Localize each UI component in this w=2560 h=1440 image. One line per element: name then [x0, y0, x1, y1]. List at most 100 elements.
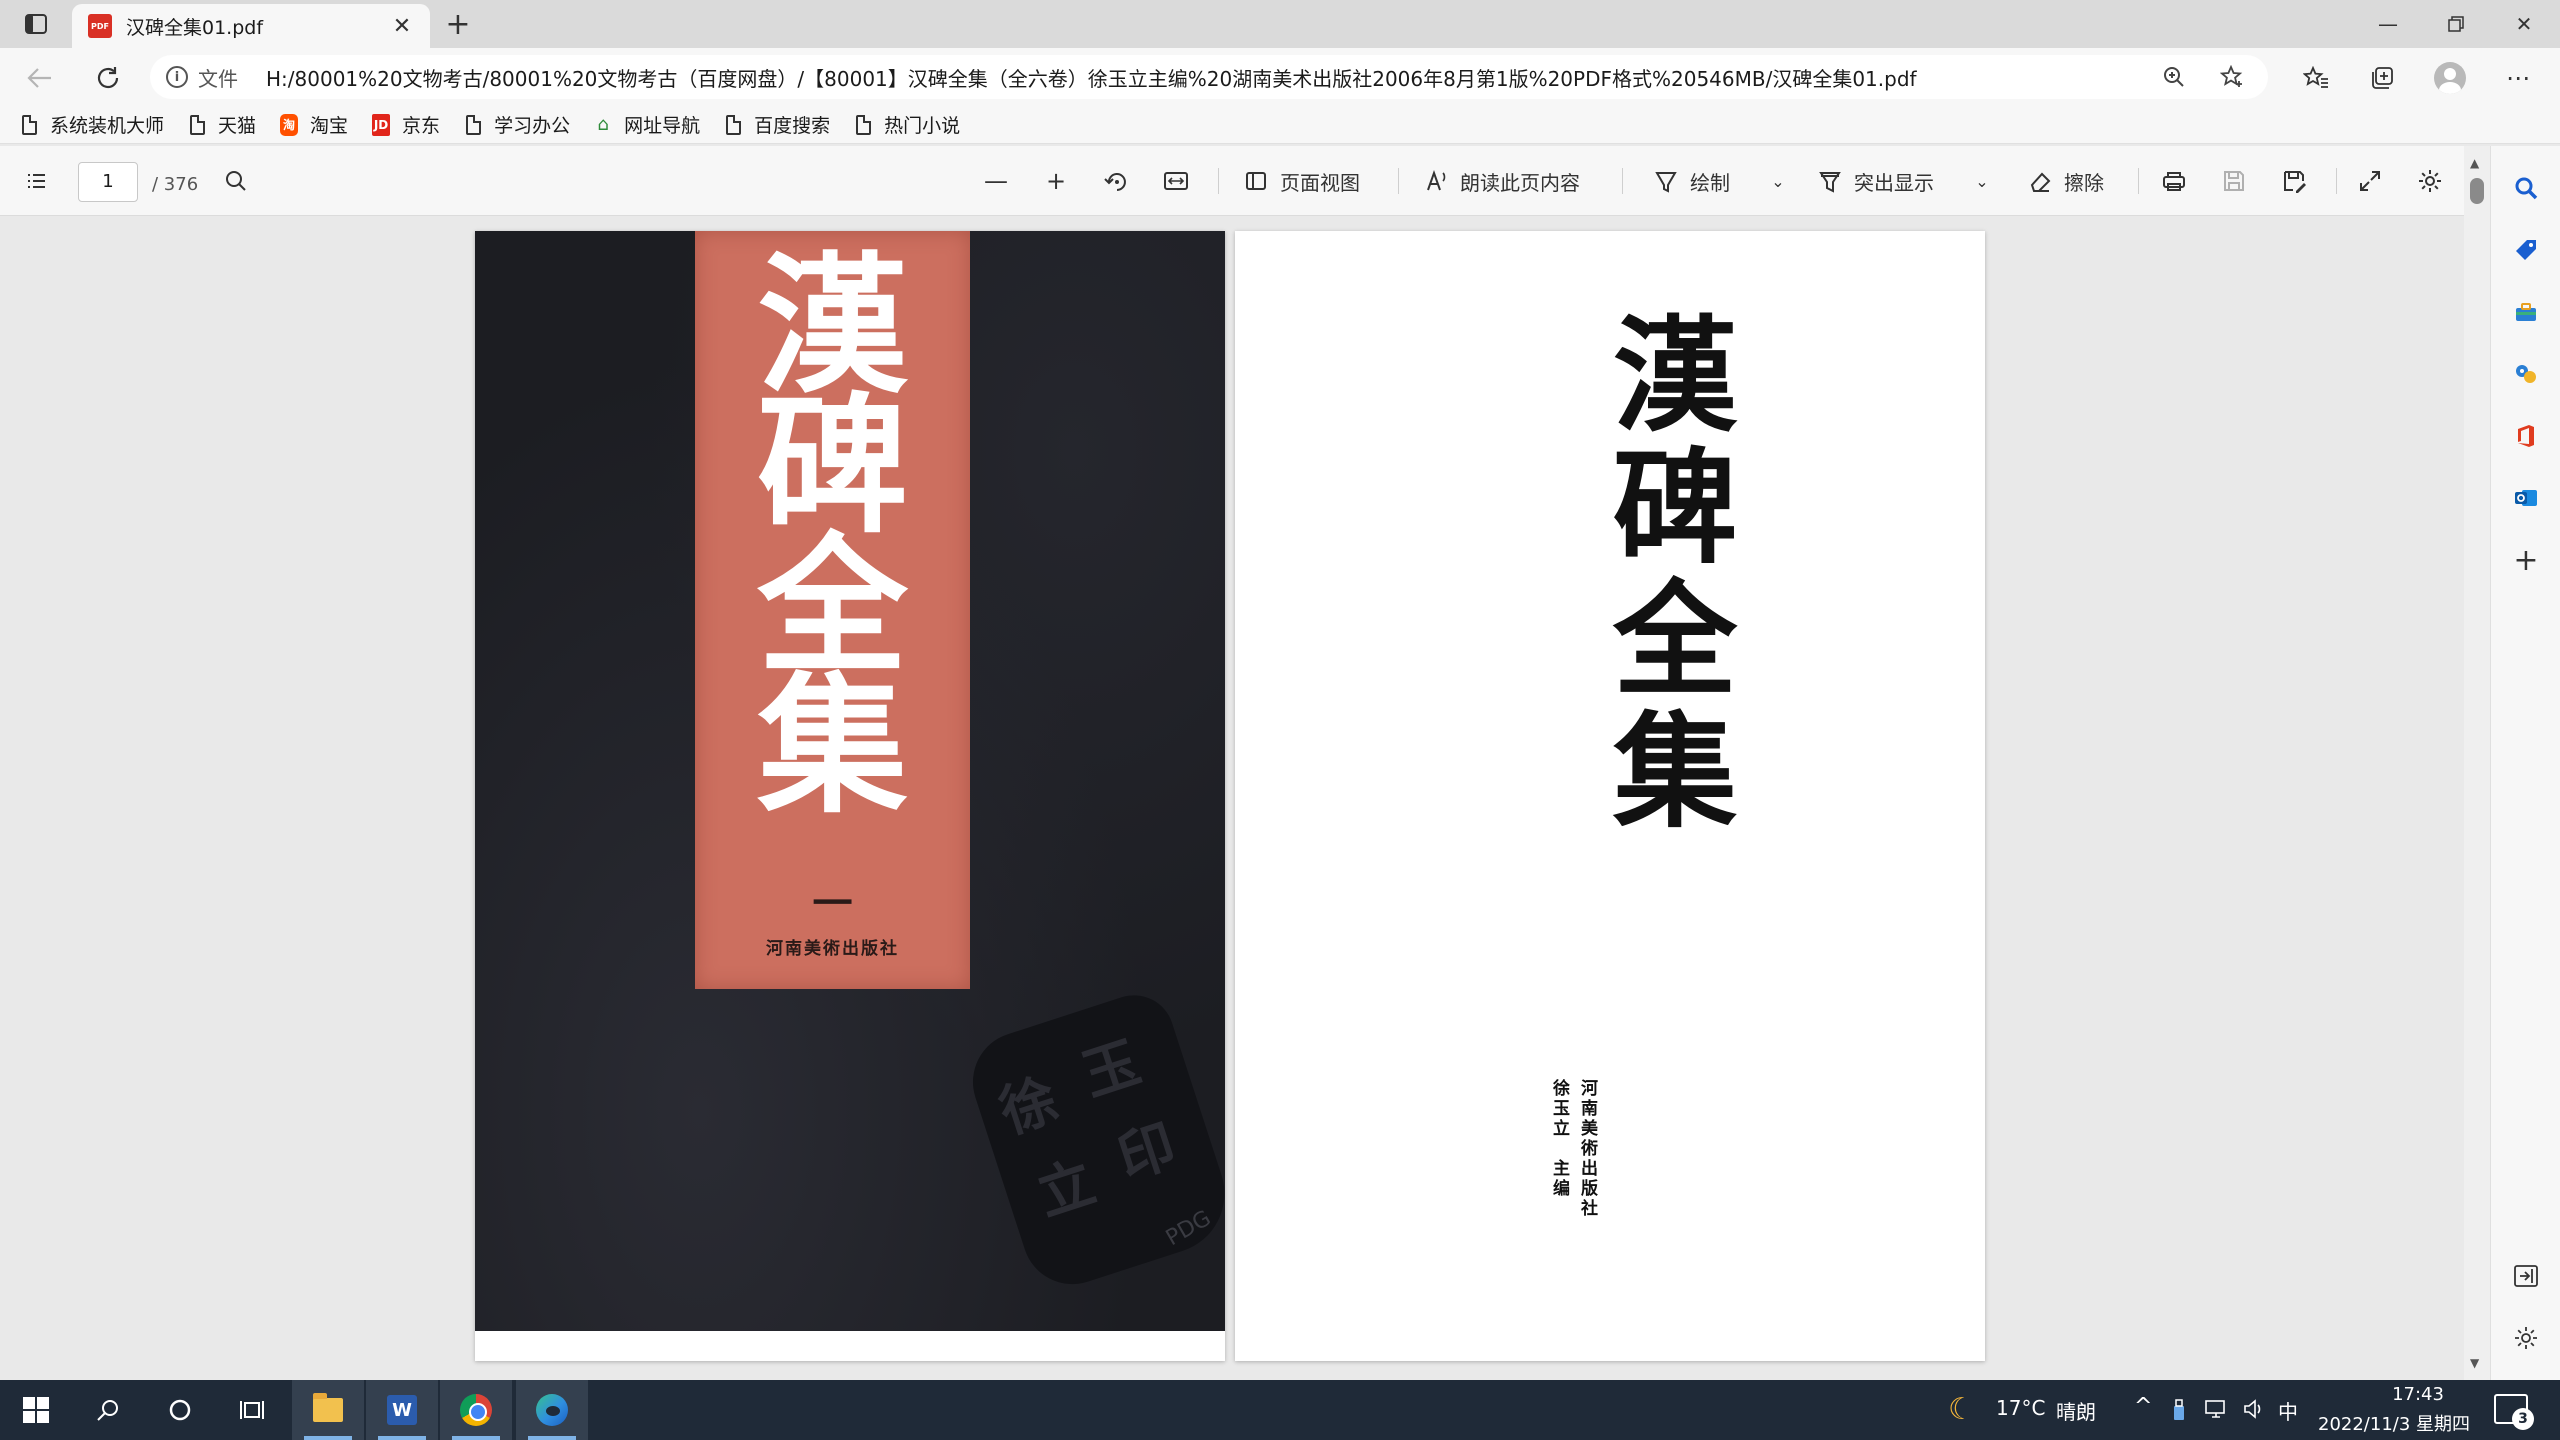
refresh-button[interactable]	[88, 58, 128, 98]
tab-actions-button[interactable]	[16, 8, 56, 40]
office-icon	[2518, 425, 2534, 447]
refresh-icon	[97, 67, 119, 89]
collections-icon	[2372, 67, 2393, 89]
sidebar-office-button[interactable]	[2506, 416, 2546, 456]
search-icon	[97, 1400, 118, 1421]
sidebar-collapse-button[interactable]	[2506, 1256, 2546, 1296]
zoom-in-button[interactable]: +	[1036, 161, 1076, 201]
draw-options-dropdown[interactable]: ⌄	[1758, 161, 1798, 201]
edge-icon	[536, 1394, 568, 1426]
url-text[interactable]: H:/80001%20文物考古/80001%20文物考古（百度网盘）/【8000…	[266, 63, 2136, 92]
rotate-button[interactable]	[1096, 161, 1136, 201]
page-number-input[interactable]: 1	[78, 162, 138, 202]
erase-button[interactable]: 擦除	[2020, 161, 2104, 201]
minimize-button[interactable]: —	[2354, 0, 2422, 48]
collections-button[interactable]	[2362, 58, 2402, 98]
gear-icon	[2515, 1327, 2537, 1349]
favorite-item[interactable]: ⌂ 网址导航	[594, 109, 700, 141]
sidebar-outlook-button[interactable]	[2506, 478, 2546, 518]
taskbar-search-button[interactable]	[72, 1380, 144, 1440]
pdf-page-title: 漢 碑 全 集 河南美術出版社 徐玉立 主编	[1235, 231, 1985, 1361]
find-button[interactable]	[216, 161, 256, 201]
sidebar-shopping-button[interactable]	[2506, 230, 2546, 270]
draw-pen-icon	[1655, 172, 1677, 193]
plus-icon: +	[1045, 167, 1067, 195]
address-bar[interactable]: i 文件 H:/80001%20文物考古/80001%20文物考古（百度网盘）/…	[150, 55, 2268, 99]
zoom-out-button[interactable]: —	[976, 161, 1016, 201]
favorite-item[interactable]: 百度搜索	[724, 109, 830, 141]
title-page-editor: 徐玉立 主编	[1549, 1079, 1569, 1199]
favorite-item[interactable]: 系统装机大师	[20, 109, 164, 141]
vertical-scrollbar[interactable]	[2464, 146, 2490, 1380]
scrollbar-thumb[interactable]	[2470, 178, 2484, 204]
printer-icon	[2163, 172, 2185, 191]
restore-button[interactable]	[2422, 0, 2490, 48]
sidebar-tools-button[interactable]	[2506, 292, 2546, 332]
weather-temperature[interactable]: 17°C	[1996, 1396, 2045, 1420]
shopping-tag-icon	[2516, 240, 2536, 260]
draw-button[interactable]: 绘制	[1646, 161, 1730, 201]
cover-publisher: 河南美術出版社	[766, 939, 899, 959]
expand-icon	[2360, 171, 2380, 191]
toolbar-separator	[2138, 168, 2139, 194]
sidebar-games-button[interactable]	[2506, 354, 2546, 394]
table-of-contents-button[interactable]	[16, 161, 56, 201]
sidebar-search-button[interactable]	[2506, 168, 2546, 208]
sidebar-add-button[interactable]: +	[2506, 540, 2546, 580]
document-viewport[interactable]: 漢 碑 全 集 一 河南美術出版社 徐 玉 立 印 PDG 漢 碑 全 集 河南…	[0, 217, 2464, 1380]
add-favorite-icon[interactable]	[2212, 57, 2252, 97]
highlight-options-dropdown[interactable]: ⌄	[1962, 161, 2002, 201]
active-tab[interactable]: PDF 汉碑全集01.pdf ✕	[72, 4, 430, 48]
print-button[interactable]	[2154, 161, 2194, 201]
read-aloud-button[interactable]: 朗读此页内容	[1416, 161, 1580, 201]
input-method-indicator[interactable]: 中	[2278, 1396, 2298, 1425]
back-button[interactable]	[20, 58, 60, 98]
usb-device-icon[interactable]	[2170, 1398, 2188, 1428]
scroll-up-arrow-icon[interactable]: ▲	[2470, 156, 2479, 170]
close-window-button[interactable]: ✕	[2490, 0, 2558, 48]
network-icon[interactable]	[2204, 1398, 2228, 1426]
task-view-button[interactable]	[216, 1380, 288, 1440]
favorites-button[interactable]	[2296, 58, 2336, 98]
favorite-item[interactable]: 热门小说	[854, 109, 960, 141]
fit-width-icon	[1164, 172, 1188, 190]
favorite-item[interactable]: 淘淘宝	[280, 109, 348, 141]
settings-menu-button[interactable]: ⋯	[2498, 58, 2538, 98]
favorite-item[interactable]: JD 京东	[372, 109, 440, 141]
seal-char: 徐	[991, 1066, 1066, 1147]
page-view-label: 页面视图	[1280, 170, 1360, 195]
taskbar-file-explorer[interactable]	[292, 1380, 364, 1440]
seal-char: 玉	[1074, 1028, 1149, 1110]
favorite-item[interactable]: 学习办公	[464, 109, 570, 141]
title-page-publisher: 河南美術出版社	[1577, 1079, 1597, 1219]
save-as-button[interactable]	[2274, 161, 2314, 201]
clock-date[interactable]: 2022/11/3 星期四	[2318, 1410, 2470, 1436]
fullscreen-button[interactable]	[2350, 161, 2390, 201]
tab-close-icon[interactable]: ✕	[388, 12, 416, 40]
tray-overflow-chevron-icon[interactable]: ^	[2134, 1394, 2152, 1419]
fit-page-button[interactable]	[1156, 161, 1196, 201]
outlook-icon	[2515, 490, 2537, 506]
clock-time[interactable]: 17:43	[2368, 1384, 2468, 1405]
weather-description[interactable]: 晴朗	[2056, 1396, 2096, 1425]
zoom-icon[interactable]	[2154, 57, 2194, 97]
save-button[interactable]	[2214, 161, 2254, 201]
start-button[interactable]	[0, 1380, 72, 1440]
read-aloud-label: 朗读此页内容	[1460, 170, 1580, 195]
pdf-settings-button[interactable]	[2410, 161, 2450, 201]
profile-avatar[interactable]	[2434, 62, 2466, 94]
site-info-icon[interactable]: i	[166, 66, 188, 88]
taskbar-chrome[interactable]	[440, 1380, 512, 1440]
highlight-button[interactable]: 突出显示	[1810, 161, 1934, 201]
favorite-item[interactable]: 天猫	[188, 109, 256, 141]
cortana-button[interactable]	[144, 1380, 216, 1440]
taskbar-edge[interactable]	[516, 1380, 588, 1440]
page-view-button[interactable]: 页面视图	[1236, 161, 1360, 201]
sidebar-settings-button[interactable]	[2506, 1318, 2546, 1358]
new-tab-button[interactable]: +	[440, 6, 476, 42]
taskbar-word[interactable]: W	[366, 1380, 438, 1440]
volume-icon[interactable]	[2242, 1398, 2266, 1426]
scroll-down-arrow-icon[interactable]: ▼	[2470, 1356, 2479, 1370]
weather-moon-icon[interactable]: ☾	[1948, 1392, 1975, 1427]
document-icon	[724, 114, 742, 136]
